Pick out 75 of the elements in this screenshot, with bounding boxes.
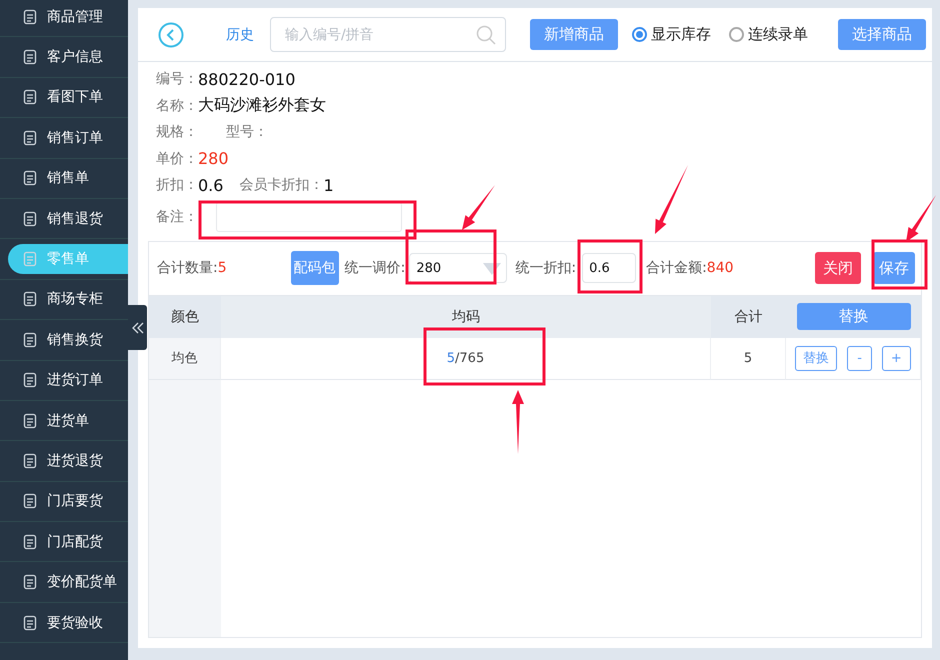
menu-item-icon [22, 493, 38, 510]
table-cell: 5 [711, 338, 786, 380]
field-value: 大码沙滩衫外套女 [198, 95, 326, 116]
total-amount-value: 840 [706, 260, 734, 276]
field-label: 备注： [156, 208, 198, 226]
annotation-arrow [655, 165, 688, 234]
field-label: 规格： [156, 123, 198, 142]
search-field[interactable]: 输入编号/拼音 [270, 17, 506, 52]
menu-item-icon [22, 534, 38, 550]
price-value: 280 [198, 149, 229, 168]
sidebar-item[interactable]: 门店配货 [8, 526, 128, 557]
radio-option[interactable]: 连续录单 [729, 25, 808, 44]
remark-field[interactable] [216, 202, 402, 232]
menu-item-icon [22, 130, 38, 146]
menu-item-icon [22, 614, 38, 631]
menu-item-icon [22, 8, 38, 25]
double-chevron-left-icon [132, 320, 144, 334]
close-button[interactable]: 关闭 [815, 252, 861, 284]
quantity-cell[interactable]: 5/765 [221, 338, 711, 380]
field-label: 型号： [226, 123, 268, 142]
sidebar-item[interactable]: 进货单 [8, 406, 128, 436]
total-quantity-value: 5 [218, 260, 227, 276]
annotation-arrow [462, 185, 495, 230]
table-cell: 均色 [149, 338, 221, 380]
menu-item-icon [22, 372, 38, 388]
annotation-box [872, 240, 928, 290]
annotation-arrow [906, 195, 936, 242]
unified-discount-label: 统一折扣: [515, 259, 576, 277]
sidebar-item[interactable]: 进货订单 [8, 365, 128, 396]
field-label: 名称： [156, 96, 198, 115]
quantity-stock-text: 5/765 [446, 350, 484, 366]
field-value: 880220-010 [198, 70, 296, 89]
field-value: 0.6 [198, 176, 224, 195]
menu-item-icon [22, 251, 38, 268]
sidebar-item[interactable]: 进货退货 [8, 446, 128, 476]
sidebar-item[interactable]: 门店要货 [8, 486, 128, 516]
dropdown-icon [483, 263, 502, 275]
total-quantity-label: 合计数量: [157, 259, 218, 277]
menu-item-icon [22, 89, 38, 106]
radio-option[interactable]: 显示库存 [632, 25, 711, 44]
menu-item-icon [22, 49, 38, 66]
menu-item-icon [22, 452, 38, 469]
back-icon[interactable] [158, 22, 184, 48]
menu-item-icon [22, 332, 38, 348]
sidebar-item[interactable]: 看图下单 [8, 82, 128, 112]
annotation-box [578, 240, 642, 294]
unified-price-field[interactable]: 280 [409, 253, 508, 283]
sidebar-item[interactable]: 销售订单 [8, 122, 128, 153]
field-label: 编号： [156, 70, 198, 88]
menu-item-icon [22, 412, 38, 429]
sidebar-item[interactable]: 销售单 [8, 163, 128, 194]
menu-item-icon [22, 574, 38, 590]
unified-discount-field[interactable]: 0.6 [582, 253, 636, 283]
sidebar-item[interactable]: 商场专柜 [8, 284, 128, 314]
column-header: 合计 [711, 296, 786, 338]
menu-item-icon [22, 291, 38, 308]
sidebar-item[interactable]: 要货验收 [8, 608, 128, 638]
search-icon [476, 25, 496, 45]
sidebar-item[interactable]: 商品管理 [8, 2, 128, 32]
menu-item-icon [22, 170, 38, 186]
sidebar-item[interactable]: 客户信息 [8, 42, 128, 72]
field-value: 1 [323, 176, 334, 195]
collapse-handle[interactable] [128, 305, 147, 350]
sidebar-item[interactable]: 销售退货 [8, 204, 128, 234]
column-header: 颜色 [149, 296, 221, 338]
unified-price-label: 统一调价: [344, 259, 406, 277]
menu-item-icon [22, 210, 38, 227]
total-amount-label: 合计金额: [646, 259, 707, 277]
field-label: 折扣： [156, 176, 198, 194]
sidebar-item[interactable]: 销售换货 [8, 324, 128, 355]
column-header: 均码 [221, 296, 711, 338]
history-link[interactable]: 历史 [226, 26, 254, 44]
field-label: 单价： [156, 150, 198, 168]
field-label: 会员卡折扣： [239, 176, 324, 194]
sidebar-item[interactable]: 变价配货单 [8, 567, 128, 598]
